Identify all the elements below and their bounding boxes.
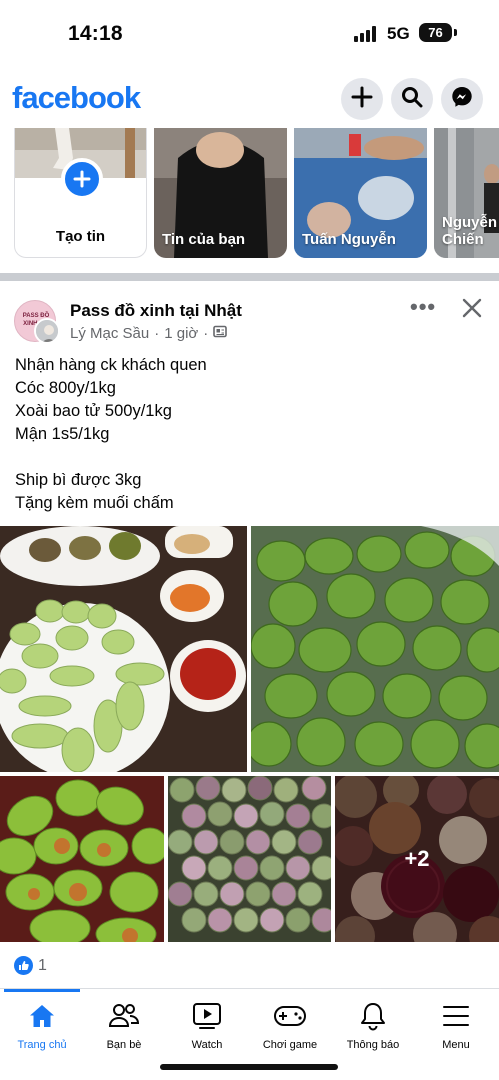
post-photo[interactable] — [168, 776, 331, 942]
post-photo[interactable]: +2 — [335, 776, 499, 942]
create-story-label: Tạo tin — [55, 228, 106, 245]
gaming-icon — [250, 1001, 330, 1031]
group-name[interactable]: Pass đồ xinh tại Nhật — [70, 301, 242, 321]
story-label: Tuấn Nguyễn — [302, 231, 396, 248]
story-label: Nguyễn Chiến — [442, 214, 498, 248]
story-card[interactable]: Tin của bạn — [154, 128, 287, 258]
post-photo[interactable] — [251, 526, 499, 772]
post-time[interactable]: 1 giờ — [164, 325, 198, 342]
nav-watch[interactable]: Watch — [167, 1001, 247, 1051]
status-time: 14:18 — [68, 22, 123, 45]
feed-divider — [0, 273, 499, 281]
create-button[interactable] — [341, 78, 383, 120]
nav-label: Trang chủ — [17, 1039, 67, 1051]
signal-icon — [354, 26, 380, 42]
post-text-line: Cóc 800y/1kg — [15, 379, 116, 397]
network-type: 5G — [387, 24, 410, 43]
post-text-line: Nhận hàng ck khách quen — [15, 356, 207, 374]
search-button[interactable] — [391, 78, 433, 120]
reactions-summary[interactable]: 1 — [14, 956, 47, 975]
post-text-line: Xoài bao tử 500y/1kg — [15, 402, 172, 420]
stories-tray: Tạo tin Tin của bạn Tuấn Nguyễn Nguyễn C… — [0, 128, 499, 260]
battery-tip — [454, 29, 457, 36]
close-icon[interactable] — [460, 296, 484, 320]
post-text-line: Mận 1s5/1kg — [15, 425, 110, 443]
status-bar: 14:18 5G 76 — [0, 0, 499, 66]
nav-label: Thông báo — [346, 1039, 400, 1051]
app-header: facebook — [0, 70, 499, 128]
messenger-button[interactable] — [441, 78, 483, 120]
post-meta: Lý Mạc Sầu · 1 giờ · — [70, 325, 228, 342]
add-story-plus-icon — [61, 158, 103, 200]
more-photos-count[interactable]: +2 — [335, 776, 499, 942]
battery-icon: 76 — [419, 23, 452, 42]
author-avatar[interactable] — [34, 318, 60, 344]
group-privacy-icon — [213, 325, 228, 342]
nav-gaming[interactable]: Chơi game — [250, 1001, 330, 1051]
nav-label: Menu — [442, 1039, 470, 1051]
nav-menu[interactable]: Menu — [416, 1001, 496, 1051]
post-text: Nhận hàng ck khách quen Cóc 800y/1kg Xoà… — [15, 354, 485, 515]
menu-icon — [416, 1001, 496, 1031]
post-text-line: Ship bì được 3kg — [15, 471, 142, 489]
nav-friends[interactable]: Bạn bè — [84, 1001, 164, 1051]
plus-icon — [351, 86, 373, 113]
author-name[interactable]: Lý Mạc Sầu — [70, 325, 149, 342]
search-icon — [401, 86, 423, 113]
home-icon — [2, 1001, 82, 1031]
create-story-card[interactable]: Tạo tin — [14, 128, 147, 258]
reaction-count: 1 — [38, 956, 47, 974]
meta-separator: · — [154, 325, 160, 342]
post-text-line: Tặng kèm muối chấm — [15, 494, 174, 512]
messenger-icon — [450, 85, 474, 114]
nav-notifications[interactable]: Thông báo — [333, 1001, 413, 1051]
bell-icon — [333, 1001, 413, 1031]
nav-label: Chơi game — [262, 1039, 318, 1051]
nav-label: Bạn bè — [106, 1039, 142, 1051]
separator-dot: · — [203, 325, 209, 342]
like-reaction-icon — [14, 956, 33, 975]
active-tab-indicator — [4, 989, 80, 992]
nav-home[interactable]: Trang chủ — [2, 1001, 82, 1051]
story-card[interactable]: Nguyễn Chiến — [434, 128, 499, 258]
post-photo[interactable] — [0, 776, 164, 942]
nav-label: Watch — [191, 1039, 223, 1051]
post-text-line — [15, 446, 485, 469]
post-photo[interactable] — [0, 526, 247, 772]
more-options-icon[interactable]: ••• — [410, 294, 436, 320]
story-label: Tin của bạn — [162, 231, 246, 248]
friends-icon — [84, 1001, 164, 1031]
story-card[interactable]: Tuấn Nguyễn — [294, 128, 427, 258]
home-indicator[interactable] — [160, 1064, 338, 1070]
facebook-logo[interactable]: facebook — [12, 80, 141, 116]
watch-icon — [167, 1001, 247, 1031]
